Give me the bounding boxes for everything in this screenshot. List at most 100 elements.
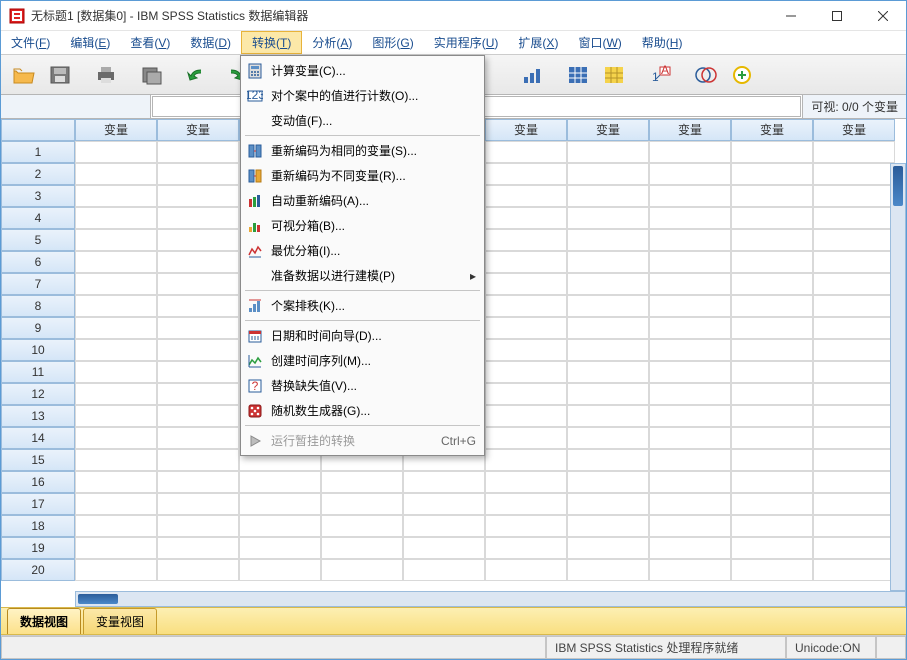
menu-item[interactable]: 计算变量(C)... <box>241 58 484 83</box>
cell[interactable] <box>567 339 649 361</box>
cell[interactable] <box>75 559 157 581</box>
menu-item[interactable]: ?替换缺失值(V)... <box>241 373 484 398</box>
cell[interactable] <box>813 361 895 383</box>
row-header[interactable]: 19 <box>1 537 75 559</box>
row-header[interactable]: 6 <box>1 251 75 273</box>
menu-item[interactable]: 123对个案中的值进行计数(O)... <box>241 83 484 108</box>
horizontal-scroll-thumb[interactable] <box>78 594 118 604</box>
cell[interactable] <box>403 515 485 537</box>
row-header[interactable]: 15 <box>1 449 75 471</box>
cell[interactable] <box>567 185 649 207</box>
cell[interactable] <box>75 295 157 317</box>
menu-h[interactable]: 帮助(H) <box>632 31 693 54</box>
menu-f[interactable]: 文件(F) <box>1 31 60 54</box>
cell[interactable] <box>485 449 567 471</box>
menu-e[interactable]: 编辑(E) <box>60 31 120 54</box>
cell[interactable] <box>649 361 731 383</box>
cell[interactable] <box>567 361 649 383</box>
cell[interactable] <box>813 515 895 537</box>
cell[interactable] <box>239 471 321 493</box>
cell[interactable] <box>403 559 485 581</box>
cell[interactable] <box>157 229 239 251</box>
cell[interactable] <box>731 559 813 581</box>
cell[interactable] <box>157 559 239 581</box>
cell[interactable] <box>485 493 567 515</box>
cell[interactable] <box>157 515 239 537</box>
cell[interactable] <box>813 339 895 361</box>
cell[interactable] <box>75 317 157 339</box>
cell[interactable] <box>731 163 813 185</box>
menu-t[interactable]: 转换(T) <box>241 31 302 54</box>
cell[interactable] <box>75 493 157 515</box>
cell[interactable] <box>731 339 813 361</box>
vertical-scroll-thumb[interactable] <box>893 166 903 206</box>
cell[interactable] <box>321 559 403 581</box>
cell[interactable] <box>731 515 813 537</box>
menu-item[interactable]: 最优分箱(I)... <box>241 238 484 263</box>
cell[interactable] <box>567 405 649 427</box>
cell[interactable] <box>157 471 239 493</box>
cell[interactable] <box>731 493 813 515</box>
open-button[interactable] <box>7 59 41 91</box>
cell[interactable] <box>157 185 239 207</box>
row-header[interactable]: 3 <box>1 185 75 207</box>
cell[interactable] <box>485 207 567 229</box>
tab-variable-view[interactable]: 变量视图 <box>83 608 157 634</box>
cell[interactable] <box>485 295 567 317</box>
cell[interactable] <box>813 559 895 581</box>
menu-item[interactable]: 变动值(F)... <box>241 108 484 133</box>
cell[interactable] <box>731 229 813 251</box>
cell[interactable] <box>157 295 239 317</box>
cell[interactable] <box>649 273 731 295</box>
row-header[interactable]: 12 <box>1 383 75 405</box>
name-box[interactable] <box>1 95 151 118</box>
cell[interactable] <box>813 163 895 185</box>
use-sets-button[interactable] <box>689 59 723 91</box>
column-header[interactable]: 变量 <box>75 119 157 141</box>
cell[interactable] <box>157 405 239 427</box>
cell[interactable] <box>731 537 813 559</box>
cell[interactable] <box>321 493 403 515</box>
menu-u[interactable]: 实用程序(U) <box>424 31 509 54</box>
cell[interactable] <box>75 273 157 295</box>
cell[interactable] <box>75 141 157 163</box>
cell[interactable] <box>403 537 485 559</box>
cell[interactable] <box>157 449 239 471</box>
row-header[interactable]: 8 <box>1 295 75 317</box>
cell[interactable] <box>731 317 813 339</box>
cell[interactable] <box>75 207 157 229</box>
cell[interactable] <box>75 185 157 207</box>
cell[interactable] <box>485 185 567 207</box>
row-header[interactable]: 11 <box>1 361 75 383</box>
cell[interactable] <box>567 449 649 471</box>
cell[interactable] <box>567 251 649 273</box>
menu-item[interactable]: 自动重新编码(A)... <box>241 188 484 213</box>
minimize-button[interactable] <box>768 1 814 31</box>
cell[interactable] <box>813 207 895 229</box>
cell[interactable] <box>813 295 895 317</box>
grid-corner[interactable] <box>1 119 75 141</box>
cell[interactable] <box>649 317 731 339</box>
cell[interactable] <box>567 383 649 405</box>
cell[interactable] <box>649 141 731 163</box>
cell[interactable] <box>157 361 239 383</box>
cell[interactable] <box>731 295 813 317</box>
cell[interactable] <box>813 493 895 515</box>
row-header[interactable]: 16 <box>1 471 75 493</box>
column-header[interactable]: 变量 <box>567 119 649 141</box>
cell[interactable] <box>75 339 157 361</box>
cell[interactable] <box>75 515 157 537</box>
cell[interactable] <box>485 273 567 295</box>
close-button[interactable] <box>860 1 906 31</box>
cell[interactable] <box>567 427 649 449</box>
cell[interactable] <box>731 471 813 493</box>
row-header[interactable]: 9 <box>1 317 75 339</box>
cell[interactable] <box>649 449 731 471</box>
cell[interactable] <box>157 251 239 273</box>
cell[interactable] <box>157 537 239 559</box>
cell[interactable] <box>157 383 239 405</box>
cell[interactable] <box>731 361 813 383</box>
cell[interactable] <box>567 207 649 229</box>
cell[interactable] <box>485 251 567 273</box>
cell[interactable] <box>731 449 813 471</box>
